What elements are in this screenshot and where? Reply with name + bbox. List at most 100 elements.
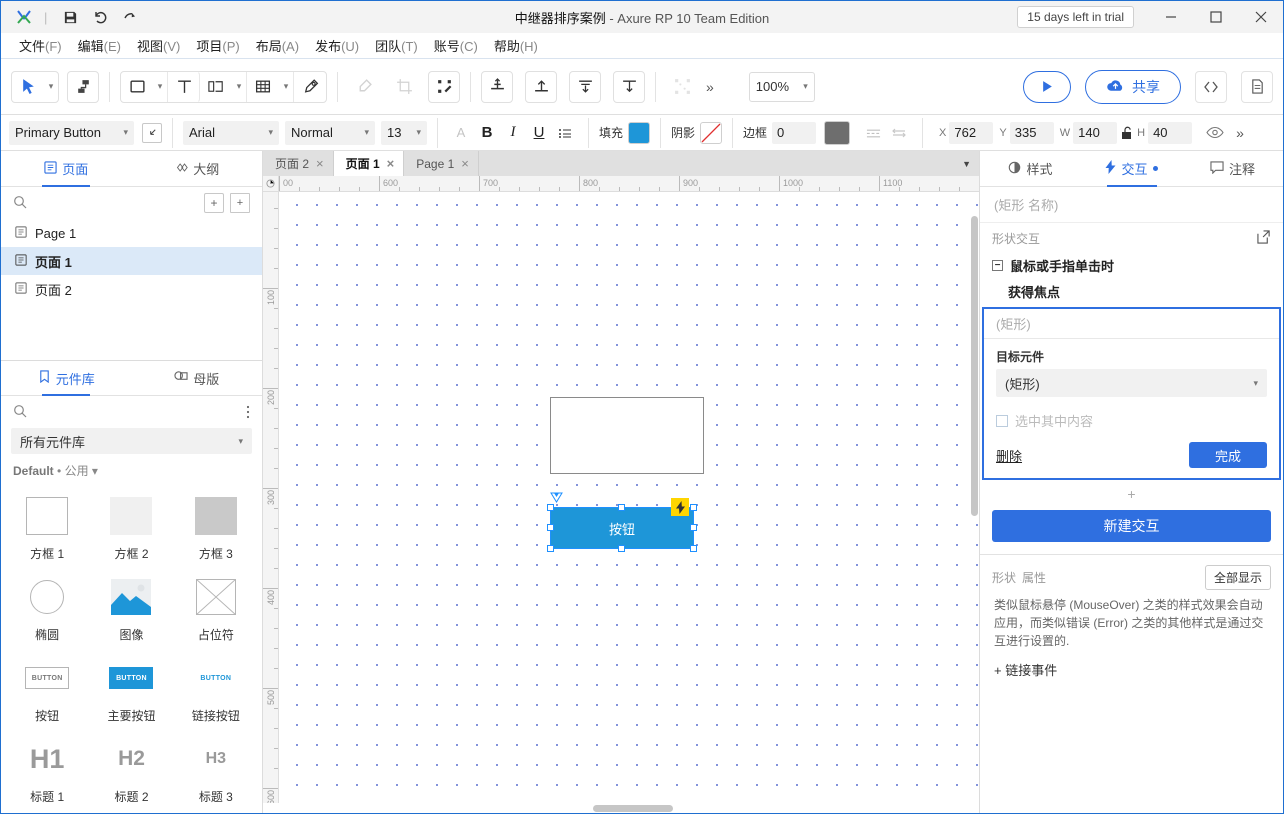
resize-handle-s[interactable] <box>618 545 625 552</box>
select-content-checkbox-row[interactable]: 选中其中内容 <box>984 397 1279 436</box>
shadow-none-swatch[interactable] <box>700 122 722 144</box>
rectangle-chevron-down-icon[interactable]: ▾ <box>153 71 167 103</box>
line-style-icon[interactable] <box>860 120 886 146</box>
rotate-handle-icon[interactable] <box>550 492 563 506</box>
delete-action-link[interactable]: 删除 <box>996 446 1022 465</box>
page-item-page-1-en[interactable]: Page 1 <box>1 219 262 247</box>
dynamic-panel-icon[interactable] <box>200 71 232 103</box>
font-family-select[interactable]: Arial ▾ <box>183 121 279 145</box>
share-button[interactable]: 共享 <box>1085 70 1181 104</box>
dynamic-panel-chevron-down-icon[interactable]: ▾ <box>232 71 246 103</box>
link-event-button[interactable]: + 链接事件 <box>980 650 1283 689</box>
search-icon[interactable] <box>13 195 27 212</box>
library-more-options-icon[interactable] <box>246 405 250 419</box>
stylebar-overflow-chevrons-icon[interactable]: » <box>1228 125 1251 141</box>
distribute-horizontal-icon[interactable] <box>613 71 645 103</box>
transform-icon[interactable] <box>428 71 460 103</box>
distribute-vertical-icon[interactable] <box>569 71 601 103</box>
width-input[interactable] <box>1073 122 1117 144</box>
widget-heading-2[interactable]: H2 标题 2 <box>89 728 173 809</box>
doc-tab-close-icon[interactable]: × <box>387 156 395 171</box>
select-tool-chevron-down-icon[interactable]: ▾ <box>44 71 58 103</box>
target-widget-select[interactable]: (矩形) ▾ <box>996 369 1267 397</box>
menu-item-view[interactable]: 视图(V) <box>129 33 188 58</box>
border-width-input[interactable] <box>772 122 816 144</box>
resize-handle-sw[interactable] <box>547 545 554 552</box>
tab-pages[interactable]: 页面 <box>1 151 132 186</box>
widget-style-select[interactable]: Primary Button ▾ <box>9 121 134 145</box>
text-icon[interactable] <box>168 71 200 103</box>
tab-widget-library[interactable]: 元件库 <box>1 361 132 395</box>
doc-tab-close-icon[interactable]: × <box>461 156 469 171</box>
lock-open-icon[interactable] <box>1117 120 1137 146</box>
widget-name-input[interactable]: (矩形 名称) <box>980 187 1283 223</box>
done-button[interactable]: 完成 <box>1189 442 1267 468</box>
widget-heading-3[interactable]: H3 标题 3 <box>174 728 258 809</box>
menu-item-layout[interactable]: 布局(A) <box>248 33 307 58</box>
menu-item-account[interactable]: 账号(C) <box>426 33 486 58</box>
library-group-header[interactable]: Default • 公用 ▾ <box>1 454 262 481</box>
doc-tab-page-2[interactable]: 页面 2 × <box>263 151 334 176</box>
font-color-icon[interactable]: A <box>448 120 474 146</box>
maximize-icon[interactable] <box>1193 1 1238 33</box>
resize-handle-e[interactable] <box>690 524 697 531</box>
vertical-ruler[interactable]: 100 200 300 400 500 600 <box>263 192 279 803</box>
cursor-arrow-icon[interactable] <box>12 71 44 103</box>
arrow-style-icon[interactable] <box>886 120 912 146</box>
canvas-vertical-scrollbar[interactable] <box>971 216 978 516</box>
library-select[interactable]: 所有元件库 ▾ <box>11 428 252 454</box>
add-folder-icon[interactable]: + <box>230 193 250 213</box>
minimize-icon[interactable] <box>1148 1 1193 33</box>
horizontal-ruler[interactable]: 00 600 700 800 900 1000 1100 <box>279 176 979 192</box>
undo-icon[interactable] <box>86 5 114 29</box>
trial-badge[interactable]: 15 days left in trial <box>1017 6 1134 28</box>
collapse-toggle-icon[interactable]: − <box>992 260 1003 271</box>
menu-item-help[interactable]: 帮助(H) <box>486 33 546 58</box>
align-top-icon[interactable] <box>525 71 557 103</box>
close-icon[interactable] <box>1238 1 1283 33</box>
doc-tabs-chevron-down-icon[interactable]: ▼ <box>954 151 979 176</box>
widget-placeholder[interactable]: 占位符 <box>174 566 258 647</box>
tab-notes[interactable]: 注释 <box>1182 151 1283 186</box>
widget-heading-1[interactable]: H1 标题 1 <box>5 728 89 809</box>
bullet-list-icon[interactable] <box>552 120 578 146</box>
fill-color-swatch[interactable] <box>628 122 650 144</box>
save-icon[interactable] <box>56 5 84 29</box>
resize-handle-n[interactable] <box>618 504 625 511</box>
tab-outline[interactable]: 大纲 <box>132 151 263 186</box>
design-canvas[interactable]: 按钮 <box>279 192 979 803</box>
canvas-horizontal-scrollbar[interactable] <box>263 803 979 813</box>
resize-handle-w[interactable] <box>547 524 554 531</box>
style-picker-button[interactable] <box>142 123 162 143</box>
tab-interaction[interactable]: 交互 <box>1081 151 1182 186</box>
widget-link-button[interactable]: BUTTON 链接按钮 <box>174 647 258 728</box>
show-all-button[interactable]: 全部显示 <box>1205 565 1271 590</box>
doc-tab-page-1-cn[interactable]: 页面 1 × <box>334 151 405 176</box>
widget-box-2[interactable]: 方框 2 <box>89 485 173 566</box>
widget-primary-button[interactable]: BUTTON 主要按钮 <box>89 647 173 728</box>
add-action-plus-button[interactable]: + <box>980 480 1283 506</box>
font-weight-select[interactable]: Normal ▾ <box>285 121 375 145</box>
menu-item-publish[interactable]: 发布(U) <box>307 33 367 58</box>
lightning-bolt-icon[interactable] <box>671 498 689 516</box>
crop-icon[interactable] <box>388 71 420 103</box>
y-position-input[interactable] <box>1010 122 1054 144</box>
align-center-icon[interactable] <box>481 71 513 103</box>
x-position-input[interactable] <box>949 122 993 144</box>
library-group-chevron-down-icon[interactable]: ▾ <box>92 464 98 478</box>
page-item-page-2-cn[interactable]: 页面 2 <box>1 275 262 303</box>
action-editor-target-display[interactable]: (矩形) <box>984 309 1279 339</box>
ruler-origin-icon[interactable] <box>263 176 279 192</box>
menu-item-edit[interactable]: 编辑(E) <box>70 33 129 58</box>
italic-icon[interactable]: I <box>500 120 526 146</box>
notes-document-icon[interactable] <box>1241 71 1273 103</box>
search-icon[interactable] <box>13 404 27 421</box>
tab-masters[interactable]: 母版 <box>132 361 263 395</box>
redo-icon[interactable] <box>116 5 144 29</box>
table-icon[interactable] <box>247 71 279 103</box>
border-color-swatch[interactable] <box>824 121 850 145</box>
preview-button[interactable] <box>1023 71 1071 103</box>
external-link-icon[interactable] <box>1257 230 1271 247</box>
event-row-click[interactable]: − 鼠标或手指单击时 <box>980 253 1283 278</box>
select-tool-combo[interactable]: ▾ <box>11 71 59 103</box>
